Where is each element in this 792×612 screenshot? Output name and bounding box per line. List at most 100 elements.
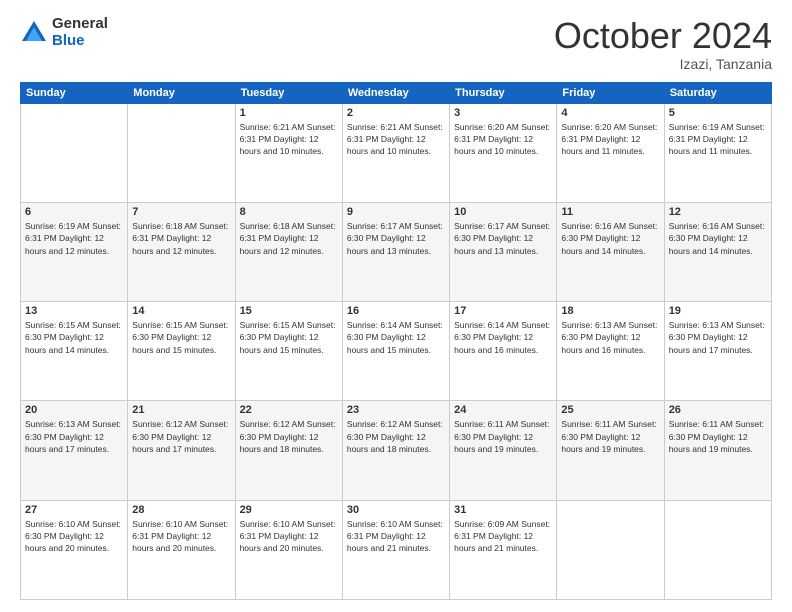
day-info: Sunrise: 6:14 AM Sunset: 6:30 PM Dayligh… [347,319,445,356]
table-row: 7 Sunrise: 6:18 AM Sunset: 6:31 PM Daylig… [128,202,235,301]
day-info: Sunrise: 6:13 AM Sunset: 6:30 PM Dayligh… [561,319,659,356]
day-number: 26 [669,404,767,416]
calendar-table: Sunday Monday Tuesday Wednesday Thursday… [20,82,772,600]
day-number: 5 [669,107,767,119]
table-row: 30 Sunrise: 6:10 AM Sunset: 6:31 PM Dayli… [342,500,449,599]
col-friday: Friday [557,82,664,103]
day-number: 23 [347,404,445,416]
day-info: Sunrise: 6:17 AM Sunset: 6:30 PM Dayligh… [347,220,445,257]
day-info: Sunrise: 6:10 AM Sunset: 6:31 PM Dayligh… [132,518,230,555]
page: General Blue October 2024 Izazi, Tanzani… [0,0,792,612]
day-number: 28 [132,504,230,516]
table-row: 6 Sunrise: 6:19 AM Sunset: 6:31 PM Daylig… [21,202,128,301]
col-sunday: Sunday [21,82,128,103]
day-number: 2 [347,107,445,119]
day-info: Sunrise: 6:15 AM Sunset: 6:30 PM Dayligh… [132,319,230,356]
logo-icon [20,19,48,47]
day-number: 24 [454,404,552,416]
calendar-week-row: 6 Sunrise: 6:19 AM Sunset: 6:31 PM Daylig… [21,202,772,301]
table-row: 24 Sunrise: 6:11 AM Sunset: 6:30 PM Dayli… [450,401,557,500]
day-number: 12 [669,206,767,218]
day-info: Sunrise: 6:11 AM Sunset: 6:30 PM Dayligh… [454,418,552,455]
table-row: 3Sunrise: 6:20 AM Sunset: 6:31 PM Daylig… [450,103,557,202]
day-info: Sunrise: 6:13 AM Sunset: 6:30 PM Dayligh… [669,319,767,356]
day-info: Sunrise: 6:21 AM Sunset: 6:31 PM Dayligh… [347,121,445,158]
day-info: Sunrise: 6:10 AM Sunset: 6:31 PM Dayligh… [240,518,338,555]
day-number: 15 [240,305,338,317]
table-row: 23 Sunrise: 6:12 AM Sunset: 6:30 PM Dayli… [342,401,449,500]
day-info: Sunrise: 6:20 AM Sunset: 6:31 PM Dayligh… [454,121,552,158]
col-wednesday: Wednesday [342,82,449,103]
day-number: 30 [347,504,445,516]
table-row: 4Sunrise: 6:20 AM Sunset: 6:31 PM Daylig… [557,103,664,202]
header: General Blue October 2024 Izazi, Tanzani… [20,16,772,72]
table-row: 29Sunrise: 6:10 AM Sunset: 6:31 PM Dayli… [235,500,342,599]
title-month: October 2024 [554,16,772,56]
day-number: 19 [669,305,767,317]
day-info: Sunrise: 6:12 AM Sunset: 6:30 PM Dayligh… [347,418,445,455]
day-number: 11 [561,206,659,218]
col-monday: Monday [128,82,235,103]
day-info: Sunrise: 6:15 AM Sunset: 6:30 PM Dayligh… [25,319,123,356]
day-number: 10 [454,206,552,218]
table-row: 18 Sunrise: 6:13 AM Sunset: 6:30 PM Dayli… [557,302,664,401]
day-number: 6 [25,206,123,218]
calendar-week-row: 13Sunrise: 6:15 AM Sunset: 6:30 PM Dayli… [21,302,772,401]
table-row: 5 Sunrise: 6:19 AM Sunset: 6:31 PM Daylig… [664,103,771,202]
table-row [128,103,235,202]
table-row: 22 Sunrise: 6:12 AM Sunset: 6:30 PM Dayli… [235,401,342,500]
day-info: Sunrise: 6:14 AM Sunset: 6:30 PM Dayligh… [454,319,552,356]
table-row: 31 Sunrise: 6:09 AM Sunset: 6:31 PM Dayli… [450,500,557,599]
calendar-week-row: 27 Sunrise: 6:10 AM Sunset: 6:30 PM Dayli… [21,500,772,599]
title-location: Izazi, Tanzania [554,56,772,72]
day-number: 17 [454,305,552,317]
table-row: 8Sunrise: 6:18 AM Sunset: 6:31 PM Daylig… [235,202,342,301]
logo: General Blue [20,16,108,49]
day-number: 21 [132,404,230,416]
day-info: Sunrise: 6:11 AM Sunset: 6:30 PM Dayligh… [669,418,767,455]
day-number: 18 [561,305,659,317]
calendar-header-row: Sunday Monday Tuesday Wednesday Thursday… [21,82,772,103]
title-block: October 2024 Izazi, Tanzania [554,16,772,72]
table-row: 21Sunrise: 6:12 AM Sunset: 6:30 PM Dayli… [128,401,235,500]
day-info: Sunrise: 6:16 AM Sunset: 6:30 PM Dayligh… [669,220,767,257]
day-info: Sunrise: 6:21 AM Sunset: 6:31 PM Dayligh… [240,121,338,158]
table-row: 1 Sunrise: 6:21 AM Sunset: 6:31 PM Daylig… [235,103,342,202]
col-saturday: Saturday [664,82,771,103]
day-info: Sunrise: 6:12 AM Sunset: 6:30 PM Dayligh… [240,418,338,455]
table-row: 15 Sunrise: 6:15 AM Sunset: 6:30 PM Dayli… [235,302,342,401]
logo-general-label: General [52,16,108,33]
table-row: 2 Sunrise: 6:21 AM Sunset: 6:31 PM Daylig… [342,103,449,202]
day-number: 27 [25,504,123,516]
day-number: 7 [132,206,230,218]
table-row: 28 Sunrise: 6:10 AM Sunset: 6:31 PM Dayli… [128,500,235,599]
day-number: 14 [132,305,230,317]
day-info: Sunrise: 6:19 AM Sunset: 6:31 PM Dayligh… [669,121,767,158]
col-tuesday: Tuesday [235,82,342,103]
day-info: Sunrise: 6:18 AM Sunset: 6:31 PM Dayligh… [132,220,230,257]
table-row: 27 Sunrise: 6:10 AM Sunset: 6:30 PM Dayli… [21,500,128,599]
table-row: 17 Sunrise: 6:14 AM Sunset: 6:30 PM Dayli… [450,302,557,401]
day-info: Sunrise: 6:09 AM Sunset: 6:31 PM Dayligh… [454,518,552,555]
day-number: 20 [25,404,123,416]
day-number: 9 [347,206,445,218]
table-row: 12 Sunrise: 6:16 AM Sunset: 6:30 PM Dayli… [664,202,771,301]
table-row: 26 Sunrise: 6:11 AM Sunset: 6:30 PM Dayli… [664,401,771,500]
day-info: Sunrise: 6:10 AM Sunset: 6:31 PM Dayligh… [347,518,445,555]
calendar-week-row: 20Sunrise: 6:13 AM Sunset: 6:30 PM Dayli… [21,401,772,500]
table-row: 9 Sunrise: 6:17 AM Sunset: 6:30 PM Daylig… [342,202,449,301]
calendar-week-row: 1 Sunrise: 6:21 AM Sunset: 6:31 PM Daylig… [21,103,772,202]
day-info: Sunrise: 6:17 AM Sunset: 6:30 PM Dayligh… [454,220,552,257]
day-number: 25 [561,404,659,416]
table-row: 11Sunrise: 6:16 AM Sunset: 6:30 PM Dayli… [557,202,664,301]
table-row [557,500,664,599]
logo-blue-label: Blue [52,33,108,50]
day-info: Sunrise: 6:15 AM Sunset: 6:30 PM Dayligh… [240,319,338,356]
day-info: Sunrise: 6:19 AM Sunset: 6:31 PM Dayligh… [25,220,123,257]
day-number: 22 [240,404,338,416]
day-info: Sunrise: 6:10 AM Sunset: 6:30 PM Dayligh… [25,518,123,555]
day-number: 1 [240,107,338,119]
table-row: 13Sunrise: 6:15 AM Sunset: 6:30 PM Dayli… [21,302,128,401]
day-number: 31 [454,504,552,516]
col-thursday: Thursday [450,82,557,103]
